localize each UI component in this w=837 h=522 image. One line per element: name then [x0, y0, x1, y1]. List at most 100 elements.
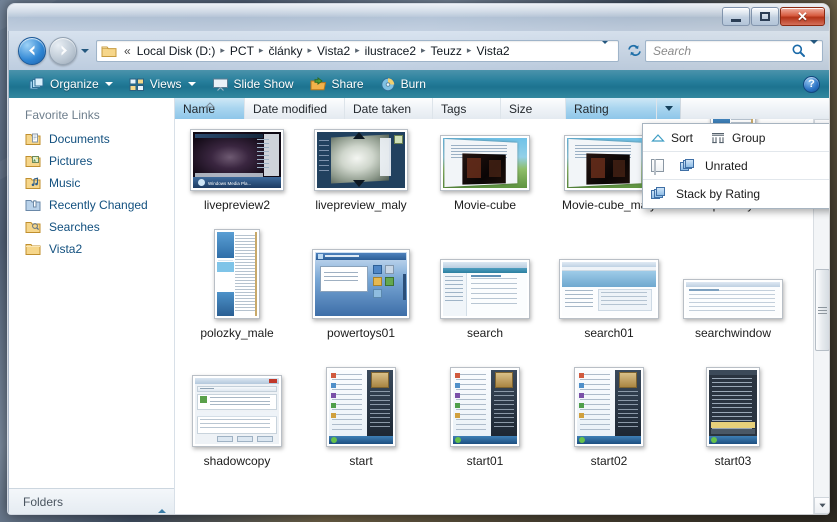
thumbnail-frame [450, 367, 520, 447]
sidebar-item-music[interactable]: Music [9, 172, 174, 194]
back-arrow-icon [28, 45, 34, 56]
file-item[interactable]: start02 [547, 345, 671, 473]
thumbnail-frame [564, 135, 654, 191]
file-item[interactable]: start01 [423, 345, 547, 473]
forward-button[interactable] [49, 36, 77, 65]
breadcrumb-item-4[interactable]: ilustrace2 [362, 43, 419, 59]
column-header-label: Date taken [353, 101, 412, 116]
breadcrumb[interactable]: « Local Disk (D:) ▸ PCT ▸ články ▸ Vista… [96, 39, 619, 62]
title-bar[interactable]: ✕ [8, 4, 829, 31]
breadcrumb-item-0[interactable]: Local Disk (D:) [134, 43, 219, 59]
unrated-checkbox[interactable] [651, 159, 664, 175]
file-label: search [466, 326, 504, 340]
scrollbar-thumb[interactable] [815, 269, 829, 351]
stack-by-rating-label: Stack by Rating [676, 187, 761, 201]
minimize-icon [731, 18, 741, 22]
explorer-window: ✕ « Local Disk (D:) ▸ PCT ▸ články ▸ Vis… [7, 3, 830, 515]
thumbnail-container [192, 345, 282, 447]
titlebar-gloss [8, 4, 829, 17]
stack-by-rating-menu-item[interactable]: Stack by Rating [643, 180, 829, 208]
file-item[interactable]: shadowcopy [175, 345, 299, 473]
breadcrumb-item-2[interactable]: články [265, 43, 305, 59]
search-dropdown-button[interactable] [810, 39, 818, 58]
back-button[interactable] [18, 36, 46, 65]
file-label: polozky_male [200, 326, 274, 340]
thumbnail-image [562, 262, 656, 316]
thumbnail-container [706, 345, 760, 447]
file-item[interactable]: searchwindow [671, 217, 795, 345]
breadcrumb-separator-icon: ▸ [258, 45, 264, 55]
checkbox-inner [654, 159, 656, 175]
group-button[interactable]: Group [710, 131, 765, 145]
file-item[interactable]: start03 [671, 345, 795, 473]
search-box[interactable]: Search [645, 39, 823, 62]
address-dropdown-button[interactable] [595, 40, 616, 58]
column-header-label: Rating [574, 101, 609, 116]
sidebar-item-label: Documents [49, 132, 110, 146]
views-button[interactable]: Views [121, 73, 204, 95]
column-header-name[interactable]: Name [175, 98, 245, 119]
file-item[interactable]: powertoys01 [299, 217, 423, 345]
sort-button[interactable]: Sort [651, 131, 693, 145]
file-item[interactable]: search01 [547, 217, 671, 345]
breadcrumb-overflow-icon[interactable]: « [121, 44, 134, 58]
column-header-date-modified[interactable]: Date modified [245, 98, 345, 119]
maximize-button[interactable] [751, 7, 779, 26]
thumbnail-image [686, 282, 780, 316]
file-item[interactable]: search [423, 217, 547, 345]
sidebar-item-pictures[interactable]: Pictures [9, 150, 174, 172]
file-item[interactable]: start [299, 345, 423, 473]
thumbnail-container [440, 217, 530, 319]
thumbnail-frame [440, 135, 530, 191]
scroll-down-button[interactable] [814, 497, 829, 514]
sort-ascending-icon [204, 98, 215, 111]
sidebar-item-label: Searches [49, 220, 100, 234]
breadcrumb-separator-icon: ▸ [355, 45, 360, 55]
burn-button[interactable]: Burn [372, 73, 434, 95]
recent-pages-button[interactable] [78, 37, 91, 65]
thumbnail-container [683, 217, 783, 319]
unrated-menu-item[interactable]: Unrated [643, 152, 829, 180]
file-item[interactable]: Windows Media Pla... livepreview2 [175, 119, 299, 217]
thumbnail-image [217, 232, 257, 316]
breadcrumb-item-3[interactable]: Vista2 [314, 43, 353, 59]
thumbnail-container [564, 119, 654, 191]
file-item[interactable]: Movie-cube [423, 119, 547, 217]
breadcrumb-separator-icon: ▸ [421, 45, 426, 55]
thumbnail-image [329, 370, 393, 444]
organize-button[interactable]: Organize [21, 73, 121, 95]
help-button[interactable]: ? [803, 75, 820, 93]
share-button[interactable]: Share [302, 73, 372, 95]
breadcrumb-item-5[interactable]: Teuzz [428, 43, 465, 59]
column-header-tags[interactable]: Tags [433, 98, 501, 119]
thumbnail-frame [312, 249, 410, 319]
column-header-rating[interactable]: Rating [566, 98, 657, 119]
sidebar-item-searches[interactable]: Searches [9, 216, 174, 238]
folders-pane-toggle[interactable]: Folders [9, 488, 174, 514]
sidebar-item-recently-changed[interactable]: Recently Changed [9, 194, 174, 216]
thumbnail-container [574, 345, 644, 447]
breadcrumb-separator-icon: ▸ [307, 45, 312, 55]
thumbnail-frame [214, 229, 260, 319]
thumbnail-frame [706, 367, 760, 447]
breadcrumb-item-6[interactable]: Vista2 [473, 43, 512, 59]
file-label: search01 [584, 326, 634, 340]
column-header-size[interactable]: Size [501, 98, 566, 119]
group-label: Group [732, 130, 766, 145]
rating-column-dropdown-button[interactable] [657, 98, 681, 119]
file-label: searchwindow [694, 326, 772, 340]
minimize-button[interactable] [722, 7, 750, 26]
file-item[interactable]: polozky_male [175, 217, 299, 345]
documents-folder-icon [25, 133, 41, 145]
slideshow-button[interactable]: Slide Show [204, 73, 302, 95]
sidebar-item-documents[interactable]: Documents [9, 128, 174, 150]
thumbnail-container [326, 345, 396, 447]
close-button[interactable]: ✕ [780, 7, 825, 26]
search-input[interactable]: Search [650, 44, 791, 58]
refresh-button[interactable] [623, 40, 645, 62]
sidebar-item-vista2[interactable]: Vista2 [9, 238, 174, 260]
column-header-date-taken[interactable]: Date taken [345, 98, 433, 119]
file-item[interactable]: livepreview_maly [299, 119, 423, 217]
breadcrumb-item-1[interactable]: PCT [227, 43, 257, 59]
rating-column-menu: Sort Group Unrated Stack by Rating [642, 123, 829, 209]
